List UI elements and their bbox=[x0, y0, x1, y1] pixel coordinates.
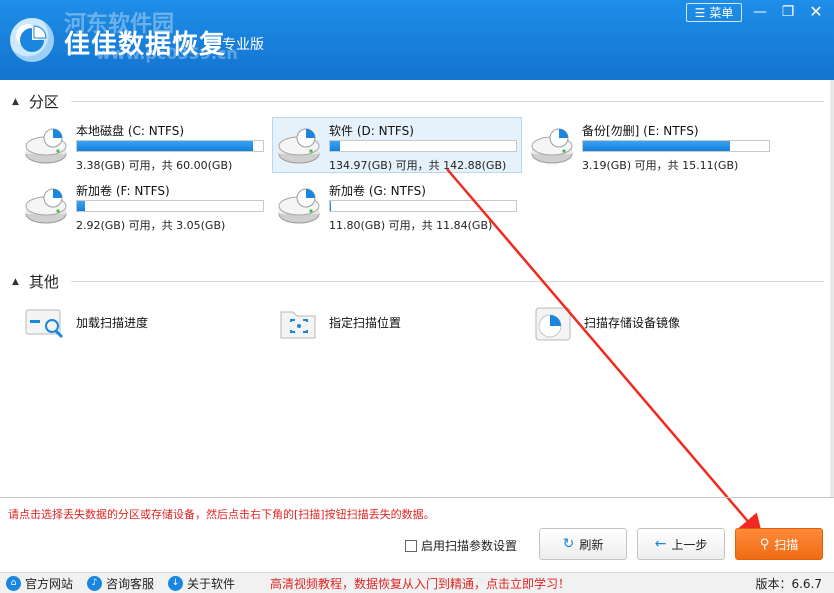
customer-support-link[interactable]: ♪ 咨询客服 bbox=[87, 575, 154, 592]
maximize-icon[interactable]: ❐ bbox=[776, 2, 800, 22]
official-website-link[interactable]: ⌂ 官方网站 bbox=[6, 575, 73, 592]
drive-usage-bar bbox=[329, 140, 517, 152]
refresh-button[interactable]: ↻ 刷新 bbox=[539, 528, 627, 560]
drive-usage-bar bbox=[582, 140, 770, 152]
drive-capacity: 134.97(GB) 可用，共 142.88(GB) bbox=[329, 157, 506, 173]
hard-disk-icon bbox=[24, 184, 70, 231]
drive-usage-bar bbox=[76, 200, 264, 212]
menu-icon: ☰ bbox=[695, 6, 706, 20]
hard-disk-icon bbox=[530, 124, 576, 171]
home-icon: ⌂ bbox=[6, 576, 21, 591]
title-bar: 河东软件园 www.pc0359.cn 佳佳数据恢复 专业版 ☰ 菜单 — ❐ … bbox=[0, 0, 834, 80]
drive-item-d[interactable]: 软件 (D: NTFS) 134.97(GB) 可用，共 142.88(GB) bbox=[272, 117, 522, 173]
collapse-triangle-icon[interactable]: ▲ bbox=[12, 277, 19, 287]
bell-icon: ♪ bbox=[87, 576, 102, 591]
about-software-link[interactable]: ↓ 关于软件 bbox=[168, 575, 235, 592]
tool-label: 指定扫描位置 bbox=[329, 314, 401, 331]
customer-support-label: 咨询客服 bbox=[106, 575, 154, 592]
minimize-icon[interactable]: — bbox=[748, 2, 772, 22]
official-website-label: 官方网站 bbox=[25, 575, 73, 592]
about-software-label: 关于软件 bbox=[187, 575, 235, 592]
others-section-header[interactable]: ▲ 其他 bbox=[12, 271, 824, 292]
scan-location-icon bbox=[277, 302, 321, 342]
scan-label: 扫描 bbox=[774, 536, 798, 553]
load-scan-progress[interactable]: 加载扫描进度 bbox=[24, 302, 148, 342]
status-bar: ⌂ 官方网站 ♪ 咨询客服 ↓ 关于软件 高清视频教程，数据恢复从入门到精通，点… bbox=[0, 572, 834, 593]
drive-name: 备份[勿删] (E: NTFS) bbox=[582, 122, 699, 139]
drive-name: 新加卷 (G: NTFS) bbox=[329, 182, 426, 199]
others-section-title: 其他 bbox=[29, 271, 59, 292]
back-arrow-icon: ← bbox=[655, 536, 667, 552]
drive-capacity: 11.80(GB) 可用，共 11.84(GB) bbox=[329, 217, 492, 233]
drive-usage-fill bbox=[77, 141, 253, 151]
download-icon: ↓ bbox=[168, 576, 183, 591]
drive-usage-fill bbox=[330, 201, 331, 211]
refresh-label: 刷新 bbox=[579, 536, 603, 553]
drive-capacity: 3.38(GB) 可用，共 60.00(GB) bbox=[76, 157, 232, 173]
menu-label: 菜单 bbox=[709, 4, 733, 21]
tool-label: 加载扫描进度 bbox=[76, 314, 148, 331]
previous-step-button[interactable]: ← 上一步 bbox=[637, 528, 725, 560]
refresh-icon: ↻ bbox=[563, 536, 575, 552]
app-title: 佳佳数据恢复 bbox=[64, 24, 226, 61]
close-icon[interactable]: ✕ bbox=[804, 2, 828, 22]
scan-device-image[interactable]: 扫描存储设备镜像 bbox=[532, 302, 680, 342]
drive-usage-bar bbox=[76, 140, 264, 152]
collapse-triangle-icon[interactable]: ▲ bbox=[12, 97, 19, 107]
drive-name: 本地磁盘 (C: NTFS) bbox=[76, 122, 184, 139]
drive-item-e[interactable]: 备份[勿删] (E: NTFS) 3.19(GB) 可用，共 15.11(GB) bbox=[525, 117, 775, 173]
checkbox-label: 启用扫描参数设置 bbox=[421, 537, 517, 554]
menu-button[interactable]: ☰ 菜单 bbox=[686, 3, 742, 22]
scan-button[interactable]: ⚲ 扫描 bbox=[735, 528, 823, 560]
app-edition: 专业版 bbox=[222, 34, 264, 54]
drive-item-c[interactable]: 本地磁盘 (C: NTFS) 3.38(GB) 可用，共 60.00(GB) bbox=[19, 117, 269, 173]
drive-usage-fill bbox=[583, 141, 730, 151]
load-progress-icon bbox=[24, 302, 68, 342]
scrollbar[interactable] bbox=[830, 80, 834, 497]
video-tutorial-link[interactable]: 高清视频教程，数据恢复从入门到精通，点击立即学习！ bbox=[270, 575, 570, 592]
checkbox-box[interactable] bbox=[405, 540, 417, 552]
drive-usage-fill bbox=[330, 141, 340, 151]
version-label: 版本：6.6.7 bbox=[755, 575, 822, 592]
instruction-text: 请点击选择丢失数据的分区或存储设备，然后点击右下角的[扫描]按钮扫描丢失的数据。 bbox=[0, 497, 834, 527]
drive-capacity: 3.19(GB) 可用，共 15.11(GB) bbox=[582, 157, 738, 173]
hard-disk-icon bbox=[277, 124, 323, 171]
drive-item-g[interactable]: 新加卷 (G: NTFS) 11.80(GB) 可用，共 11.84(GB) bbox=[272, 177, 522, 233]
scan-params-checkbox[interactable]: 启用扫描参数设置 bbox=[405, 537, 517, 554]
search-icon: ⚲ bbox=[760, 537, 770, 552]
tool-label: 扫描存储设备镜像 bbox=[584, 314, 680, 331]
drive-usage-fill bbox=[77, 201, 85, 211]
drive-item-f[interactable]: 新加卷 (F: NTFS) 2.92(GB) 可用，共 3.05(GB) bbox=[19, 177, 269, 233]
previous-step-label: 上一步 bbox=[671, 536, 707, 553]
partitions-section-header[interactable]: ▲ 分区 bbox=[12, 91, 824, 112]
partitions-section-title: 分区 bbox=[29, 91, 59, 112]
drive-name: 新加卷 (F: NTFS) bbox=[76, 182, 170, 199]
hard-disk-icon bbox=[24, 124, 70, 171]
specify-scan-location[interactable]: 指定扫描位置 bbox=[277, 302, 401, 342]
drive-usage-bar bbox=[329, 200, 517, 212]
section-divider bbox=[71, 101, 824, 102]
drive-name: 软件 (D: NTFS) bbox=[329, 122, 414, 139]
app-logo-icon bbox=[10, 18, 54, 62]
section-divider bbox=[71, 281, 824, 282]
drive-capacity: 2.92(GB) 可用，共 3.05(GB) bbox=[76, 217, 225, 233]
hard-disk-icon bbox=[277, 184, 323, 231]
disk-image-icon bbox=[532, 302, 576, 342]
